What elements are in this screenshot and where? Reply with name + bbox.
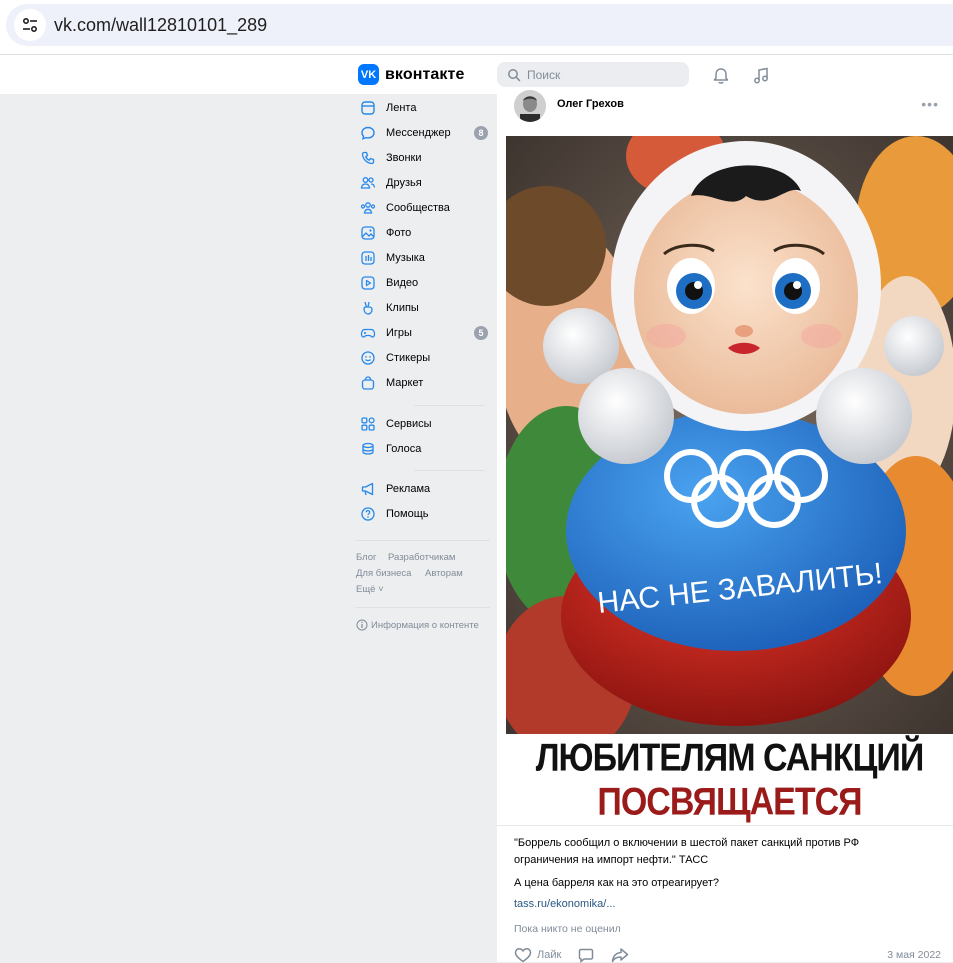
sidebar-item-label: Лента xyxy=(386,102,417,114)
unread-badge: 8 xyxy=(474,126,488,140)
help-icon xyxy=(361,507,375,521)
post-image[interactable]: НАС НЕ ЗАВАЛИТЬ! xyxy=(506,136,953,736)
video-icon xyxy=(361,276,375,290)
sidebar-item-label: Фото xyxy=(386,227,412,239)
vk-logo-text: вконтакте xyxy=(385,65,465,83)
friends-icon xyxy=(360,177,376,189)
sidebar-item-ads[interactable]: Реклама xyxy=(360,478,488,500)
music-icon xyxy=(361,251,375,265)
phone-icon xyxy=(361,151,375,165)
image-divider xyxy=(497,825,953,826)
sidebar-item-stickers[interactable]: Стикеры xyxy=(360,347,488,369)
sidebar-item-calls[interactable]: Звонки xyxy=(360,147,488,169)
comment-icon xyxy=(578,948,594,963)
sidebar-item-label: Друзья xyxy=(386,177,422,189)
sidebar-item-help[interactable]: Помощь xyxy=(360,503,488,525)
site-settings-icon[interactable] xyxy=(14,9,46,41)
sidebar-item-label: Сервисы xyxy=(386,418,432,430)
vk-logo-icon: VK xyxy=(358,64,379,85)
sidebar-item-music[interactable]: Музыка xyxy=(360,247,488,269)
footer-link-authors[interactable]: Авторам xyxy=(425,568,463,579)
sidebar-item-services[interactable]: Сервисы xyxy=(360,413,488,435)
news-icon xyxy=(361,101,375,115)
sidebar-item-label: Сообщества xyxy=(386,202,450,214)
sidebar-item-label: Звонки xyxy=(386,152,422,164)
bag-icon xyxy=(361,376,375,390)
post-link[interactable]: tass.ru/ekonomika/... xyxy=(514,898,616,910)
like-label: Лайк xyxy=(537,949,562,961)
games-badge: 5 xyxy=(474,326,488,340)
clips-icon xyxy=(363,301,373,315)
content-info-link[interactable]: Информация о контенте xyxy=(356,619,479,631)
browser-toolbar: vk.com/wall12810101_289 xyxy=(0,0,953,55)
image-caption-line2: ПОСВЯЩАЕТСЯ xyxy=(597,780,862,824)
photo-icon xyxy=(361,226,375,240)
info-icon xyxy=(356,619,368,631)
like-button[interactable]: Лайк xyxy=(514,947,561,963)
sidebar-item-communities[interactable]: Сообщества xyxy=(360,197,488,219)
footer-link-developers[interactable]: Разработчикам xyxy=(388,552,455,563)
sidebar-item-market[interactable]: Маркет xyxy=(360,372,488,394)
sidebar-item-label: Игры xyxy=(386,327,412,339)
wall-post: Олег Грехов ••• НАС НЕ ЗАВАЛИТЬ! ЛЮБИТЕЛ… xyxy=(497,90,953,963)
smile-icon xyxy=(361,351,375,365)
sidebar-item-label: Голоса xyxy=(386,443,422,455)
sidebar-item-label: Маркет xyxy=(386,377,424,389)
post-text-line3: А цена барреля как на это отреагирует? xyxy=(514,877,719,889)
sidebar-item-video[interactable]: Видео xyxy=(360,272,488,294)
sidebar-divider xyxy=(356,607,490,608)
footer-link-business[interactable]: Для бизнеса xyxy=(356,568,411,579)
roly-poly-doll-illustration: НАС НЕ ЗАВАЛИТЬ! xyxy=(506,136,953,736)
vk-logo[interactable]: VK вконтакте xyxy=(358,64,464,85)
communities-icon xyxy=(360,202,376,214)
grid-icon xyxy=(361,417,375,431)
footer-link-more[interactable]: Ещё ˅ xyxy=(356,584,384,595)
search-input[interactable] xyxy=(527,67,677,82)
sidebar-item-label: Видео xyxy=(386,277,419,289)
avatar[interactable] xyxy=(514,90,546,122)
sidebar-divider xyxy=(356,540,490,541)
footer-link-blog[interactable]: Блог xyxy=(356,552,377,563)
chat-icon xyxy=(361,126,375,140)
image-caption-line1: ЛЮБИТЕЛЯМ САНКЦИЙ xyxy=(535,736,925,780)
post-author[interactable]: Олег Грехов xyxy=(557,98,624,110)
games-icon xyxy=(360,328,376,338)
sidebar-item-label: Мессенджер xyxy=(386,127,451,139)
music-icon[interactable] xyxy=(751,66,771,86)
vk-header xyxy=(0,55,953,94)
more-options-icon[interactable]: ••• xyxy=(921,96,939,112)
search-icon xyxy=(508,68,521,81)
megaphone-icon xyxy=(361,482,374,496)
sidebar-item-label: Реклама xyxy=(386,483,431,495)
url-text[interactable]: vk.com/wall12810101_289 xyxy=(54,15,267,36)
post-date[interactable]: 3 мая 2022 xyxy=(887,949,941,961)
post-text-line1: "Боррель сообщил о включении в шестой па… xyxy=(514,837,860,849)
share-button[interactable] xyxy=(611,947,629,963)
sidebar-divider xyxy=(414,470,485,471)
sidebar-item-votes[interactable]: Голоса xyxy=(360,438,488,460)
sidebar-item-label: Помощь xyxy=(386,508,429,520)
sidebar-divider xyxy=(414,405,485,406)
sidebar-item-label: Музыка xyxy=(386,252,425,264)
sidebar-item-clips[interactable]: Клипы xyxy=(360,297,488,319)
heart-icon xyxy=(514,948,532,963)
sidebar-item-photo[interactable]: Фото xyxy=(360,222,488,244)
likes-note: Пока никто не оценил xyxy=(514,923,621,935)
sidebar-item-friends[interactable]: Друзья xyxy=(360,172,488,194)
post-text-line2: ограничения на импорт нефти." ТАСС xyxy=(514,854,709,866)
content-info-label: Информация о контенте xyxy=(371,619,479,631)
image-caption-band: ЛЮБИТЕЛЯМ САНКЦИЙ ПОСВЯЩАЕТСЯ xyxy=(506,734,953,826)
sidebar-item-games[interactable]: Игры 5 xyxy=(360,322,488,344)
sidebar-item-messenger[interactable]: Мессенджер 8 xyxy=(360,122,488,144)
bell-icon[interactable] xyxy=(711,66,731,86)
search-box[interactable] xyxy=(497,62,689,87)
comment-button[interactable] xyxy=(578,947,594,963)
sidebar-item-feed[interactable]: Лента xyxy=(360,97,488,119)
coins-icon xyxy=(362,442,374,455)
address-bar[interactable]: vk.com/wall12810101_289 xyxy=(6,4,953,46)
sidebar-item-label: Стикеры xyxy=(386,352,431,364)
sidebar-item-label: Клипы xyxy=(386,302,419,314)
share-icon xyxy=(611,948,629,963)
